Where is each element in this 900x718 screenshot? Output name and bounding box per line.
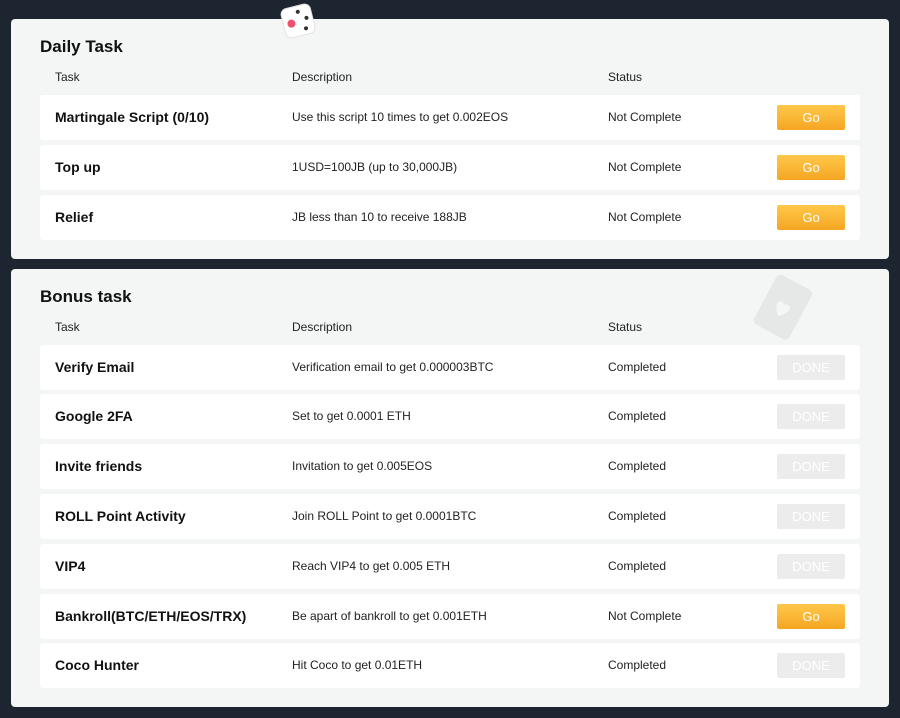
column-header-status: Status	[608, 70, 643, 84]
done-button: DONE	[777, 454, 845, 479]
daily-task-panel: Daily Task Task Description Status Marti…	[11, 19, 889, 259]
go-button[interactable]: Go	[777, 155, 845, 180]
task-name: Top up	[55, 159, 101, 175]
task-name: Coco Hunter	[55, 657, 139, 673]
done-button: DONE	[777, 504, 845, 529]
done-button: DONE	[777, 404, 845, 429]
task-name: Invite friends	[55, 458, 143, 474]
task-description: Hit Coco to get 0.01ETH	[292, 658, 423, 672]
column-header-status: Status	[608, 320, 643, 334]
column-header-task: Task	[55, 320, 80, 334]
task-name: VIP4	[55, 558, 86, 574]
task-name: Google 2FA	[55, 408, 133, 424]
bonus-task-row: Verify Email Verification email to get 0…	[40, 345, 860, 390]
daily-task-row: Top up 1USD=100JB (up to 30,000JB) Not C…	[40, 145, 860, 190]
task-description: Use this script 10 times to get 0.002EOS	[292, 110, 509, 124]
task-name: Bankroll(BTC/ETH/EOS/TRX)	[55, 608, 247, 624]
task-status: Not Complete	[608, 609, 682, 623]
bonus-task-row: Bankroll(BTC/ETH/EOS/TRX) Be apart of ba…	[40, 594, 860, 639]
bonus-task-row: Invite friends Invitation to get 0.005EO…	[40, 444, 860, 489]
task-description: Verification email to get 0.000003BTC	[292, 360, 494, 374]
playing-card-heart-icon	[753, 275, 812, 340]
go-button[interactable]: Go	[777, 105, 845, 130]
task-status: Not Complete	[608, 110, 682, 124]
go-button[interactable]: Go	[777, 205, 845, 230]
task-description: Be apart of bankroll to get 0.001ETH	[292, 609, 487, 623]
daily-task-row: Martingale Script (0/10) Use this script…	[40, 95, 860, 140]
task-description: JB less than 10 to receive 188JB	[292, 210, 467, 224]
task-status: Completed	[608, 459, 667, 473]
task-description: Reach VIP4 to get 0.005 ETH	[292, 559, 451, 573]
bonus-task-panel: Bonus task Task Description Status Verif…	[11, 269, 889, 707]
done-button: DONE	[777, 355, 845, 380]
task-name: ROLL Point Activity	[55, 508, 186, 524]
column-header-description: Description	[292, 70, 353, 84]
done-button: DONE	[777, 653, 845, 678]
column-header-description: Description	[292, 320, 353, 334]
bonus-task-row: VIP4 Reach VIP4 to get 0.005 ETH Complet…	[40, 544, 860, 589]
daily-task-row: Relief JB less than 10 to receive 188JB …	[40, 195, 860, 240]
task-name: Martingale Script (0/10)	[55, 109, 210, 125]
daily-task-title: Daily Task	[40, 37, 123, 56]
task-description: 1USD=100JB (up to 30,000JB)	[292, 160, 458, 174]
task-description: Set to get 0.0001 ETH	[292, 409, 411, 423]
bonus-task-title: Bonus task	[40, 287, 132, 306]
bonus-task-row: Google 2FA Set to get 0.0001 ETH Complet…	[40, 394, 860, 439]
bonus-task-row: Coco Hunter Hit Coco to get 0.01ETH Comp…	[40, 643, 860, 688]
task-status: Not Complete	[608, 160, 682, 174]
go-button[interactable]: Go	[777, 604, 845, 629]
dice-icon	[280, 3, 316, 39]
bonus-task-row: ROLL Point Activity Join ROLL Point to g…	[40, 494, 860, 539]
task-name: Relief	[55, 209, 94, 225]
task-description: Join ROLL Point to get 0.0001BTC	[292, 509, 477, 523]
column-header-task: Task	[55, 70, 80, 84]
done-button: DONE	[777, 554, 845, 579]
task-status: Completed	[608, 360, 667, 374]
task-name: Verify Email	[55, 359, 135, 375]
task-status: Completed	[608, 409, 667, 423]
task-status: Not Complete	[608, 210, 682, 224]
task-status: Completed	[608, 559, 667, 573]
task-status: Completed	[608, 658, 667, 672]
task-description: Invitation to get 0.005EOS	[292, 459, 433, 473]
task-status: Completed	[608, 509, 667, 523]
